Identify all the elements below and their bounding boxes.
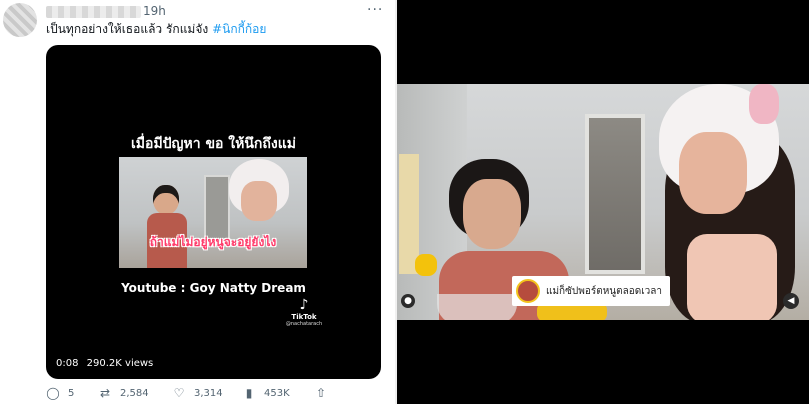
video-stats: 0:08 290.2K views	[56, 358, 158, 369]
bar-chart-icon: ▮	[245, 386, 253, 400]
retweet-count: 2,584	[120, 387, 149, 399]
video-frame-caption: ถ้าแม่ไม่อยู่หนูจะอยู่ยังไง	[149, 235, 277, 249]
hashtag-link[interactable]: #นิกกี้ก้อย	[212, 22, 266, 36]
retweet-icon: ⇄	[99, 386, 111, 400]
door-image	[585, 114, 645, 274]
like-button[interactable]: ♡ 3,314	[172, 386, 223, 400]
tweet-text: เป็นทุกอย่างให้เธอแล้ว รักแม่จัง #นิกกี้…	[46, 20, 266, 39]
tweet-body-text: เป็นทุกอย่างให้เธอแล้ว รักแม่จัง	[46, 22, 209, 36]
video-source-text: Youtube : Goy Natty Dream	[121, 281, 306, 295]
video-frame-enlarged[interactable]: แม่ก็ซัปพอร์ตหนูตลอดเวลา ● ◀	[397, 84, 809, 320]
reply-button[interactable]: ◯ 5	[46, 386, 74, 400]
shelf-image	[399, 154, 419, 274]
volume-icon[interactable]: ◀	[783, 293, 799, 309]
share-button[interactable]: ⇧	[314, 386, 328, 400]
mother-figure-image	[147, 185, 187, 268]
video-frame-panel: แม่ก็ซัปพอร์ตหนูตลอดเวลา ● ◀	[397, 0, 809, 404]
mango-image	[415, 254, 437, 276]
tiktok-watermark: ♪ TikTok @nachatarach	[284, 297, 324, 327]
avatar[interactable]	[3, 3, 37, 37]
reply-icon: ◯	[46, 386, 60, 400]
blurred-username[interactable]	[46, 6, 141, 18]
tweet-timestamp[interactable]: 19h	[143, 4, 166, 18]
like-count: 3,314	[194, 387, 223, 399]
video-player[interactable]: เมื่อมีปัญหา ขอ ให้นึกถึงแม่ ถ้าแม่ไม่อย…	[46, 45, 381, 379]
bowl-image	[437, 294, 517, 320]
video-views: 290.2K views	[86, 358, 154, 369]
tiktok-user: @nachatarach	[285, 321, 323, 327]
user-icon[interactable]: ●	[401, 294, 415, 308]
frame-caption-box: แม่ก็ซัปพอร์ตหนูตลอดเวลา	[512, 276, 671, 306]
video-duration: 0:08	[56, 358, 79, 369]
tiktok-logo-icon: ♪	[299, 297, 309, 313]
tweet-actions-bar: ◯ 5 ⇄ 2,584 ♡ 3,314 ▮ 453K ⇧	[46, 386, 346, 402]
views-button[interactable]: ▮ 453K	[242, 386, 290, 400]
frame-caption-text: แม่ก็ซัปพอร์ตหนูตลอดเวลา	[546, 285, 663, 297]
share-icon: ⇧	[315, 386, 327, 400]
views-count: 453K	[264, 387, 290, 399]
video-title-overlay: เมื่อมีปัญหา ขอ ให้นึกถึงแม่	[131, 136, 296, 152]
retweet-button[interactable]: ⇄ 2,584	[98, 386, 149, 400]
caption-avatar	[516, 279, 540, 303]
tiktok-name: TikTok	[291, 313, 317, 321]
reply-count: 5	[68, 387, 75, 399]
video-frame-thumbnail: ถ้าแม่ไม่อยู่หนูจะอยู่ยังไง	[119, 157, 307, 268]
more-options-icon[interactable]: ···	[367, 2, 383, 18]
tweet-card: 19h ··· เป็นทุกอย่างให้เธอแล้ว รักแม่จัง…	[0, 0, 395, 404]
heart-icon: ♡	[173, 386, 185, 400]
daughter-figure-image	[659, 84, 809, 320]
